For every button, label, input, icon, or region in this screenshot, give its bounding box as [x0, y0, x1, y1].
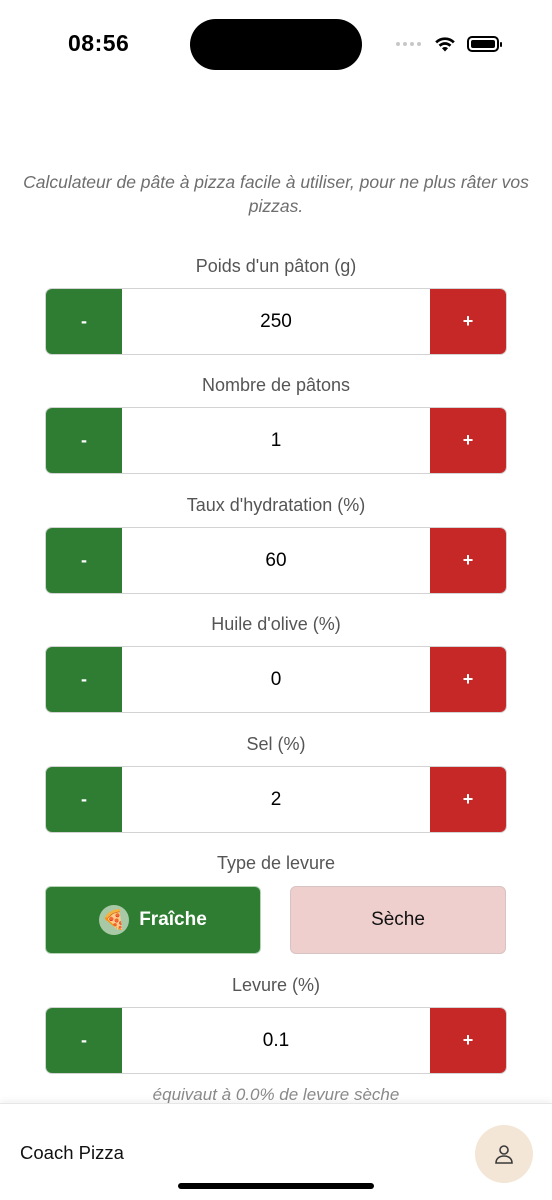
dough-weight-value[interactable]: 250 [122, 289, 430, 354]
hydration-stepper: - 60 + [45, 527, 507, 594]
salt-increment-button[interactable]: + [430, 767, 506, 832]
olive-oil-label: Huile d'olive (%) [211, 614, 341, 634]
status-icons [396, 34, 502, 54]
dough-weight-decrement-button[interactable]: - [46, 289, 122, 354]
hydration-value[interactable]: 60 [122, 528, 430, 593]
cellular-signal-icon [396, 42, 421, 46]
yeast-fresh-label: Fraîche [139, 909, 207, 930]
yeast-dry-button[interactable]: Sèche [290, 886, 506, 954]
dough-count-label: Nombre de pâtons [201, 375, 351, 395]
dough-count-stepper: - 1 + [45, 407, 507, 474]
pizza-icon: 🍕 [99, 905, 130, 935]
yeast-dry-label: Sèche [371, 909, 425, 930]
yeast-value[interactable]: 0.1 [122, 1008, 430, 1073]
hydration-decrement-button[interactable]: - [46, 528, 122, 593]
salt-value[interactable]: 2 [122, 767, 430, 832]
yeast-decrement-button[interactable]: - [46, 1008, 122, 1073]
hydration-label: Taux d'hydratation (%) [186, 495, 366, 515]
user-icon [495, 1145, 513, 1164]
dough-count-increment-button[interactable]: + [430, 408, 506, 473]
app-name: Coach Pizza [20, 1142, 124, 1163]
dough-count-value[interactable]: 1 [122, 408, 430, 473]
yeast-increment-button[interactable]: + [430, 1008, 506, 1073]
yeast-type-label: Type de levure [216, 853, 336, 873]
dough-weight-stepper: - 250 + [45, 288, 507, 355]
salt-label: Sel (%) [246, 734, 306, 754]
page-subtitle: Calculateur de pâte à pizza facile à uti… [23, 172, 529, 216]
dough-count-decrement-button[interactable]: - [46, 408, 122, 473]
salt-stepper: - 2 + [45, 766, 507, 833]
dough-weight-increment-button[interactable]: + [430, 289, 506, 354]
wifi-icon [435, 37, 455, 52]
yeast-stepper: - 0.1 + [45, 1007, 507, 1074]
hydration-increment-button[interactable]: + [430, 528, 506, 593]
olive-oil-stepper: - 0 + [45, 646, 507, 713]
home-indicator [178, 1183, 374, 1189]
olive-oil-increment-button[interactable]: + [430, 647, 506, 712]
dough-weight-label: Poids d'un pâton (g) [195, 256, 357, 276]
yeast-equivalence-note: équivaut à 0.0% de levure sèche [152, 1085, 400, 1104]
screen: 08:56 Calculateur de pâte à pizza facile… [0, 0, 552, 1200]
profile-button[interactable] [475, 1125, 533, 1183]
dynamic-island [190, 19, 362, 70]
salt-decrement-button[interactable]: - [46, 767, 122, 832]
battery-icon [467, 36, 502, 52]
olive-oil-decrement-button[interactable]: - [46, 647, 122, 712]
olive-oil-value[interactable]: 0 [122, 647, 430, 712]
yeast-fresh-button[interactable]: 🍕 Fraîche [45, 886, 261, 954]
yeast-label: Levure (%) [231, 975, 321, 995]
status-time: 08:56 [68, 30, 130, 56]
